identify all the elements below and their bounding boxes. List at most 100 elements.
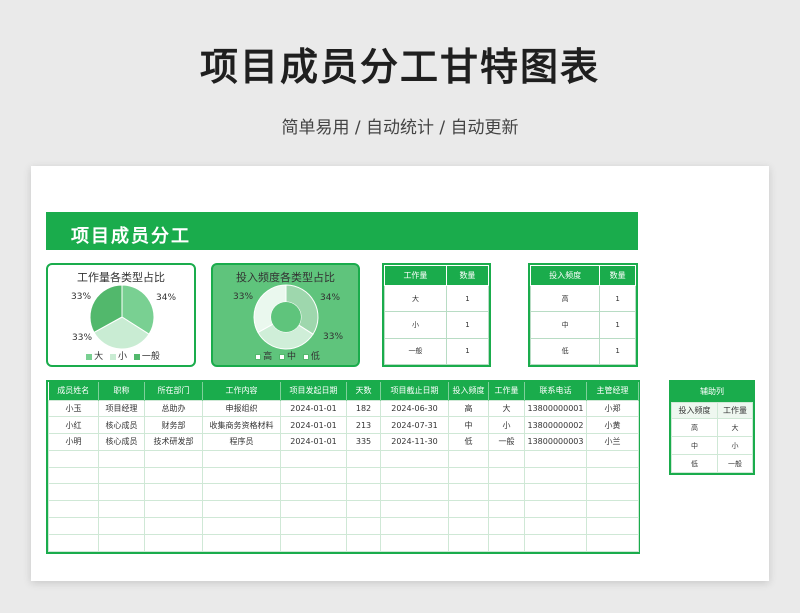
table-cell[interactable]: 中 <box>529 311 601 339</box>
table-cell[interactable]: 335 <box>346 433 381 451</box>
table-cell[interactable] <box>488 500 525 519</box>
table-cell[interactable] <box>448 483 489 502</box>
table-cell[interactable]: 2024-01-01 <box>280 416 347 435</box>
table-cell[interactable] <box>524 449 587 468</box>
table-cell[interactable] <box>380 533 449 552</box>
table-cell[interactable]: 项目经理 <box>98 399 145 418</box>
table-cell[interactable]: 1 <box>445 337 490 366</box>
table-cell[interactable] <box>202 517 281 535</box>
table-cell[interactable]: 高 <box>448 399 489 418</box>
table-cell[interactable] <box>448 466 489 485</box>
table-cell[interactable] <box>448 500 489 519</box>
table-cell[interactable]: 大 <box>717 418 753 437</box>
table-cell[interactable]: 一般 <box>488 433 525 451</box>
table-cell[interactable] <box>346 533 381 552</box>
table-cell[interactable] <box>202 449 281 468</box>
table-cell[interactable]: 中 <box>670 436 719 455</box>
table-cell[interactable]: 技术研发部 <box>144 433 203 451</box>
table-cell[interactable] <box>48 449 99 468</box>
table-cell[interactable]: 中 <box>448 416 489 435</box>
table-cell[interactable]: 高 <box>670 418 719 437</box>
table-cell[interactable]: 2024-11-30 <box>380 433 449 451</box>
table-cell[interactable] <box>144 517 203 535</box>
table-cell[interactable] <box>346 517 381 535</box>
table-cell[interactable] <box>202 483 281 502</box>
table-cell[interactable] <box>448 449 489 468</box>
table-cell[interactable] <box>202 466 281 485</box>
table-cell[interactable]: 高 <box>529 284 601 313</box>
table-cell[interactable]: 2024-06-30 <box>380 399 449 418</box>
table-cell[interactable]: 小黄 <box>586 416 639 435</box>
table-cell[interactable] <box>488 533 525 552</box>
table-cell[interactable] <box>380 483 449 502</box>
table-cell[interactable] <box>346 449 381 468</box>
table-cell[interactable] <box>586 466 639 485</box>
table-cell[interactable]: 182 <box>346 399 381 418</box>
table-cell[interactable] <box>488 517 525 535</box>
table-cell[interactable] <box>280 517 347 535</box>
table-cell[interactable]: 总助办 <box>144 399 203 418</box>
table-cell[interactable]: 小红 <box>48 416 99 435</box>
table-cell[interactable]: 一般 <box>717 454 753 473</box>
table-cell[interactable] <box>346 483 381 502</box>
table-cell[interactable]: 核心成员 <box>98 416 145 435</box>
table-cell[interactable] <box>280 533 347 552</box>
table-cell[interactable]: 核心成员 <box>98 433 145 451</box>
table-cell[interactable] <box>48 483 99 502</box>
table-cell[interactable] <box>380 500 449 519</box>
table-cell[interactable] <box>586 517 639 535</box>
table-cell[interactable] <box>280 449 347 468</box>
frequency-donut-chart[interactable]: 投入频度各类型占比 33% 34% 33% 高 中 低 <box>211 263 360 367</box>
table-cell[interactable] <box>346 500 381 519</box>
table-cell[interactable]: 2024-01-01 <box>280 399 347 418</box>
table-cell[interactable]: 13800000002 <box>524 416 587 435</box>
table-cell[interactable]: 小玉 <box>48 399 99 418</box>
table-cell[interactable] <box>98 449 145 468</box>
table-cell[interactable] <box>144 483 203 502</box>
table-cell[interactable] <box>48 500 99 519</box>
table-cell[interactable] <box>586 533 639 552</box>
table-cell[interactable]: 小 <box>717 436 753 455</box>
table-cell[interactable] <box>98 500 145 519</box>
table-cell[interactable]: 一般 <box>384 337 447 366</box>
table-cell[interactable] <box>202 533 281 552</box>
table-cell[interactable]: 1 <box>599 337 636 366</box>
table-cell[interactable]: 财务部 <box>144 416 203 435</box>
table-cell[interactable]: 低 <box>448 433 489 451</box>
table-cell[interactable] <box>280 500 347 519</box>
workload-pie-chart[interactable]: 工作量各类型占比 33% 34% 33% 大 小 一般 <box>46 263 196 367</box>
table-cell[interactable] <box>524 517 587 535</box>
table-cell[interactable] <box>380 466 449 485</box>
table-cell[interactable]: 213 <box>346 416 381 435</box>
table-cell[interactable]: 小 <box>488 416 525 435</box>
table-cell[interactable] <box>586 483 639 502</box>
table-cell[interactable]: 大 <box>384 284 447 313</box>
table-cell[interactable]: 申报组织 <box>202 399 281 418</box>
table-cell[interactable] <box>488 483 525 502</box>
table-cell[interactable] <box>586 449 639 468</box>
table-cell[interactable]: 程序员 <box>202 433 281 451</box>
table-cell[interactable] <box>280 466 347 485</box>
table-cell[interactable] <box>524 466 587 485</box>
table-cell[interactable] <box>524 500 587 519</box>
table-cell[interactable] <box>144 449 203 468</box>
table-cell[interactable]: 小明 <box>48 433 99 451</box>
table-cell[interactable] <box>48 466 99 485</box>
table-cell[interactable] <box>448 517 489 535</box>
table-cell[interactable] <box>280 483 347 502</box>
table-cell[interactable] <box>144 500 203 519</box>
table-cell[interactable]: 小郑 <box>586 399 639 418</box>
table-cell[interactable] <box>346 466 381 485</box>
table-cell[interactable] <box>448 533 489 552</box>
table-cell[interactable] <box>524 483 587 502</box>
table-cell[interactable] <box>144 533 203 552</box>
table-cell[interactable] <box>488 449 525 468</box>
table-cell[interactable]: 13800000003 <box>524 433 587 451</box>
table-cell[interactable]: 1 <box>599 311 636 339</box>
table-cell[interactable]: 低 <box>670 454 719 473</box>
table-cell[interactable] <box>48 517 99 535</box>
table-cell[interactable]: 小 <box>384 311 447 339</box>
table-cell[interactable] <box>98 517 145 535</box>
table-cell[interactable] <box>524 533 587 552</box>
table-cell[interactable]: 收集商务资格材料 <box>202 416 281 435</box>
